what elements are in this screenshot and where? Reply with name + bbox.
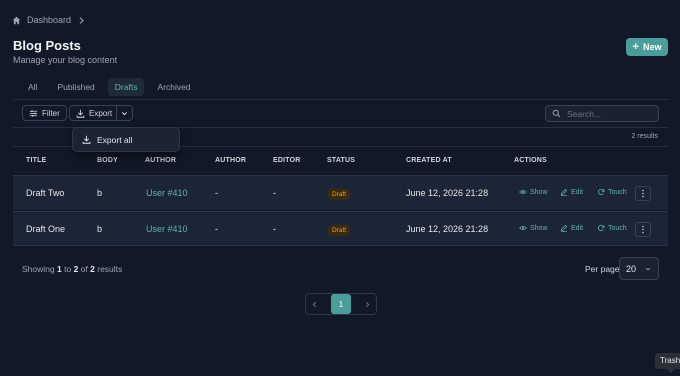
edit-icon bbox=[560, 188, 568, 196]
more-vertical-icon bbox=[640, 189, 646, 198]
home-icon[interactable] bbox=[12, 16, 21, 25]
cell-created-at: June 12, 2026 21:28 bbox=[406, 188, 489, 198]
show-action[interactable]: Show bbox=[519, 188, 548, 196]
tabs: All Published Drafts Archived bbox=[21, 78, 198, 96]
export-dropdown-menu: Export all bbox=[72, 127, 180, 152]
filter-button[interactable]: Filter bbox=[22, 105, 67, 121]
cell-author-2: - bbox=[215, 188, 218, 198]
filter-label: Filter bbox=[42, 108, 60, 118]
edit-action[interactable]: Edit bbox=[560, 224, 583, 232]
chevron-down-icon bbox=[644, 265, 652, 273]
tab-published[interactable]: Published bbox=[50, 78, 101, 96]
edit-action[interactable]: Edit bbox=[560, 188, 583, 196]
per-page-label: Per page bbox=[585, 264, 620, 274]
touch-label: Touch bbox=[608, 224, 627, 232]
export-dropdown-toggle[interactable] bbox=[116, 105, 133, 121]
edit-label: Edit bbox=[571, 224, 584, 232]
download-icon bbox=[82, 135, 91, 144]
eye-icon bbox=[519, 188, 527, 196]
status-badge: Draft bbox=[328, 189, 351, 200]
next-page-button[interactable] bbox=[363, 300, 372, 309]
more-actions-button[interactable] bbox=[635, 222, 651, 237]
column-header-body[interactable]: BODY bbox=[97, 157, 118, 164]
cell-body: b bbox=[97, 224, 103, 234]
refresh-icon bbox=[597, 224, 605, 232]
page-button-current[interactable]: 1 bbox=[331, 294, 351, 314]
column-header-title[interactable]: TITLE bbox=[26, 157, 46, 164]
show-action[interactable]: Show bbox=[519, 224, 548, 232]
tab-drafts[interactable]: Drafts bbox=[107, 78, 145, 96]
per-page-select[interactable]: 20 bbox=[619, 257, 659, 280]
results-count: 2 results bbox=[631, 133, 658, 140]
pagination: 1 bbox=[305, 293, 377, 315]
download-icon bbox=[76, 109, 85, 118]
page-title: Blog Posts bbox=[13, 38, 81, 53]
search-field[interactable] bbox=[545, 105, 659, 122]
refresh-icon bbox=[597, 188, 605, 196]
export-button[interactable]: Export bbox=[69, 105, 120, 121]
export-label: Export bbox=[89, 108, 113, 118]
show-label: Show bbox=[530, 188, 548, 196]
new-button-label: New bbox=[642, 42, 662, 52]
column-header-actions: ACTIONS bbox=[514, 157, 547, 164]
eye-icon bbox=[519, 224, 527, 232]
cell-created-at: June 12, 2026 21:28 bbox=[406, 224, 489, 234]
show-label: Show bbox=[530, 224, 548, 232]
column-header-editor[interactable]: EDITOR bbox=[273, 157, 301, 164]
pagination-summary: Showing 1 to 2 of 2 results bbox=[22, 264, 123, 274]
trash-tooltip: Trash bbox=[655, 353, 680, 373]
tabs-divider bbox=[13, 99, 668, 100]
edit-icon bbox=[560, 224, 568, 232]
cell-author-link[interactable]: User #410 bbox=[146, 224, 188, 234]
breadcrumb: Dashboard bbox=[12, 15, 86, 25]
per-page-value: 20 bbox=[626, 263, 637, 274]
more-vertical-icon bbox=[640, 225, 646, 234]
cell-title: Draft One bbox=[26, 224, 66, 234]
table-row[interactable]: Draft Two b User #410 - - Draft June 12,… bbox=[13, 175, 668, 210]
more-actions-button[interactable] bbox=[635, 186, 651, 201]
touch-action[interactable]: Touch bbox=[597, 224, 627, 232]
touch-action[interactable]: Touch bbox=[597, 188, 627, 196]
cell-author-link[interactable]: User #410 bbox=[146, 188, 188, 198]
filter-icon bbox=[29, 109, 38, 118]
new-button[interactable]: + New bbox=[626, 38, 668, 56]
touch-label: Touch bbox=[608, 188, 627, 196]
previous-page-button[interactable] bbox=[310, 300, 319, 309]
export-all-menu-item[interactable]: Export all bbox=[97, 135, 132, 145]
edit-label: Edit bbox=[571, 188, 584, 196]
status-badge: Draft bbox=[328, 225, 351, 236]
cell-author-2: - bbox=[215, 224, 218, 234]
column-header-created-at[interactable]: CREATED AT bbox=[406, 157, 452, 164]
plus-icon: + bbox=[632, 40, 639, 53]
breadcrumb-dashboard-link[interactable]: Dashboard bbox=[27, 15, 71, 25]
table-row[interactable]: Draft One b User #410 - - Draft June 12,… bbox=[13, 211, 668, 246]
tab-archived[interactable]: Archived bbox=[150, 78, 197, 96]
cell-editor: - bbox=[273, 224, 276, 234]
search-icon bbox=[552, 109, 561, 118]
column-header-status[interactable]: STATUS bbox=[327, 157, 355, 164]
column-header-author[interactable]: AUTHOR bbox=[145, 157, 176, 164]
page-subtitle: Manage your blog content bbox=[13, 55, 118, 65]
column-header-author-2[interactable]: AUTHOR bbox=[215, 157, 246, 164]
search-input[interactable] bbox=[567, 108, 652, 119]
tab-all[interactable]: All bbox=[21, 78, 44, 96]
chevron-right-icon bbox=[77, 16, 86, 25]
cell-body: b bbox=[97, 188, 103, 198]
chevron-down-icon bbox=[120, 109, 129, 118]
cell-title: Draft Two bbox=[26, 188, 65, 198]
cell-editor: - bbox=[273, 188, 276, 198]
